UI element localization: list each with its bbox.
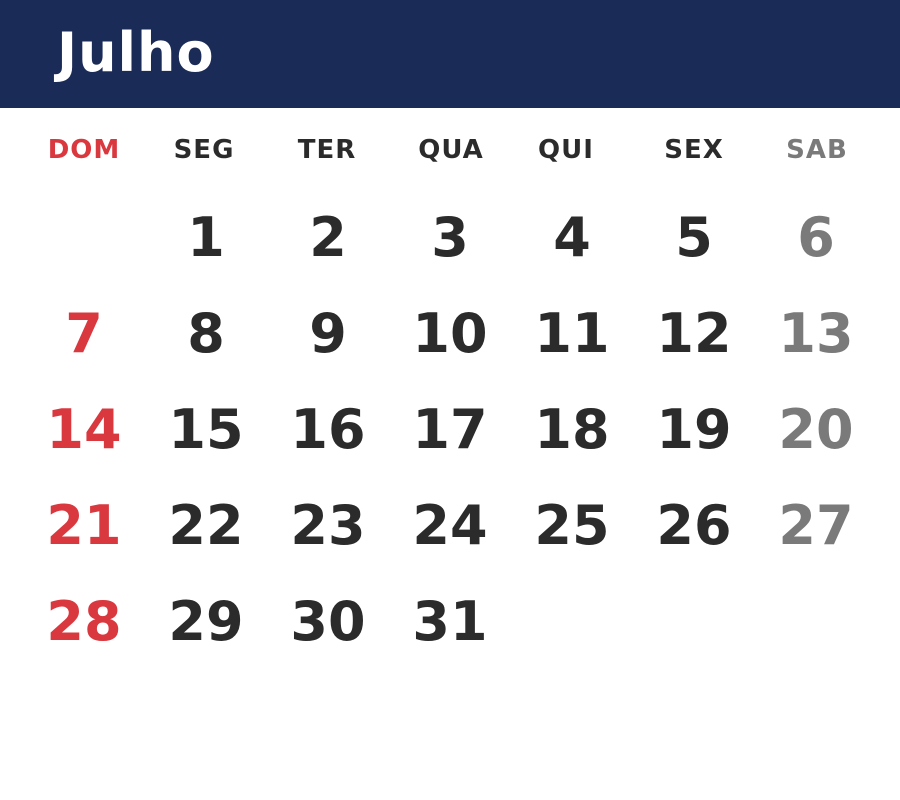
day-cell [634, 574, 754, 670]
day-cell: 16 [290, 398, 366, 461]
day-cell: 20 [778, 398, 854, 461]
day-cell: 12 [656, 302, 732, 365]
day-cell: 15 [168, 398, 244, 461]
day-cell: 18 [534, 398, 610, 461]
month-header: Julho [0, 0, 900, 108]
day-cell: 28 [46, 590, 122, 653]
day-cell: 21 [46, 494, 122, 557]
day-cell: 11 [534, 302, 610, 365]
day-cell: 24 [412, 494, 488, 557]
day-cell: 10 [412, 302, 488, 365]
day-cell: 14 [46, 398, 122, 461]
weekday-friday: SEX [664, 135, 724, 165]
calendar-grid: 1 2 3 4 5 6 7 8 9 10 11 12 13 14 15 16 1… [0, 190, 900, 670]
weekday-monday: SEG [173, 135, 235, 165]
weekday-wednesday: QUA [418, 135, 484, 165]
day-cell: 8 [187, 302, 225, 365]
day-cell: 17 [412, 398, 488, 461]
day-cell: 13 [778, 302, 854, 365]
day-cell [756, 574, 876, 670]
day-cell: 23 [290, 494, 366, 557]
weekday-thursday: QUI [538, 135, 594, 165]
weekday-saturday: SAB [786, 135, 848, 165]
day-cell: 22 [168, 494, 244, 557]
weekday-header-row: DOM SEG TER QUA QUI SEX SAB [0, 132, 900, 168]
day-cell: 3 [431, 206, 469, 269]
weekday-sunday: DOM [47, 135, 121, 165]
day-cell: 25 [534, 494, 610, 557]
day-cell: 2 [309, 206, 347, 269]
day-cell: 26 [656, 494, 732, 557]
weekday-tuesday: TER [297, 135, 357, 165]
day-cell: 6 [797, 206, 835, 269]
day-cell: 19 [656, 398, 732, 461]
day-cell: 1 [187, 206, 225, 269]
day-cell: 4 [553, 206, 591, 269]
day-cell: 27 [778, 494, 854, 557]
day-cell [24, 190, 144, 286]
day-cell: 7 [65, 302, 103, 365]
day-cell [512, 574, 632, 670]
day-cell: 31 [412, 590, 488, 653]
day-cell: 29 [168, 590, 244, 653]
month-title: Julho [57, 21, 215, 84]
day-cell: 9 [309, 302, 347, 365]
day-cell: 30 [290, 590, 366, 653]
day-cell: 5 [675, 206, 713, 269]
